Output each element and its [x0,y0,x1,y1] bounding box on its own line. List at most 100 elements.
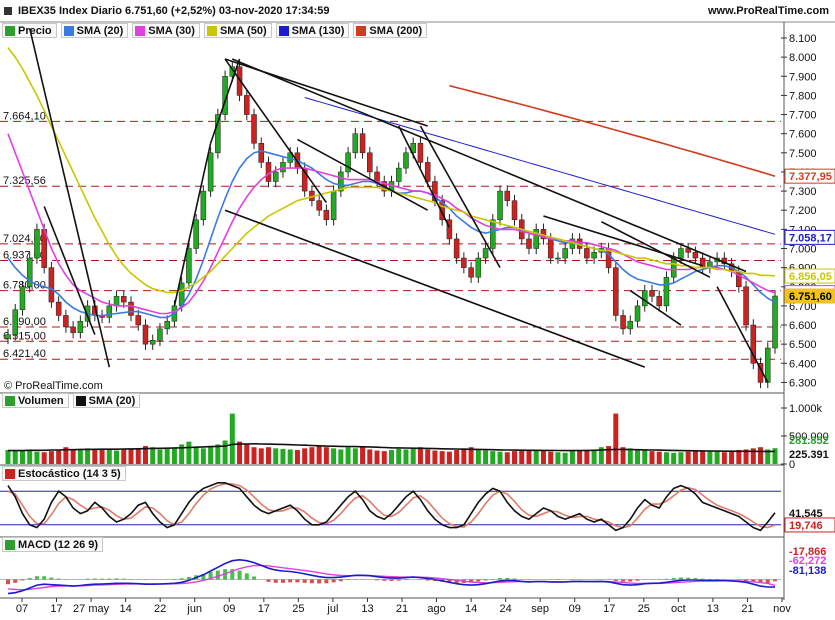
x-tick-label: jul [326,603,338,615]
candle-body [164,320,170,330]
volume-bar [338,449,344,464]
macd-legend: MACD (12 26 9) [2,537,104,552]
volume-bar [721,452,727,464]
candle-body [772,295,778,349]
macd-histogram-bar [309,579,314,584]
price-value-label: 7.377,95 [789,171,832,183]
volume-bar [700,450,706,464]
volume-bar [533,450,539,464]
volume-bar [360,447,366,464]
y-tick-label: 6.500 [789,339,817,351]
macd-histogram-bar [295,579,300,583]
macd-histogram-bar [6,579,10,585]
candle-body [490,219,496,249]
volume-bar [584,450,590,464]
macd-histogram-bar [288,579,293,583]
volume-bar [504,452,510,464]
level-label: 6.590,00 [3,316,46,328]
volume-bar [649,451,655,464]
volume-bar [410,448,416,464]
candle-body [258,142,265,163]
volume-bar [41,452,47,464]
y-tick-label: 7.500 [789,148,817,160]
macd-value: -81,138 [789,565,826,577]
candle-body [417,142,424,163]
candle-body [135,315,141,326]
candle-body [591,252,597,259]
watermark: © ProRealTime.com [4,380,103,392]
volume-bar [186,441,192,464]
x-tick-label: 17 [258,603,270,615]
x-tick-label: 21 [396,603,408,615]
candle-body [186,248,192,284]
candle-body [265,162,272,182]
volume-bar [56,450,62,464]
volume-bar [635,449,641,464]
chart-canvas: 8.1008.0007.9007.8007.7007.6007.5007.400… [0,21,835,615]
candle-body [330,190,337,221]
volume-bar [294,450,300,464]
candle-body [475,257,482,278]
volume-bar [736,450,742,464]
y-tick-label: 1.000k [789,403,823,415]
candle-body [367,152,373,173]
x-tick-label: 24 [500,603,512,615]
sma-200-line [449,84,776,177]
volume-bar [331,448,337,464]
candle-body [453,238,460,259]
candle-body [497,190,503,221]
macd-histogram-bar [237,570,242,580]
volume-bar [92,448,98,464]
candle-body [272,171,279,182]
legend-item[interactable]: Volumen [2,393,69,408]
candle-body [395,167,402,182]
volume-bar [258,448,264,464]
y-tick-label: 7.900 [789,71,817,83]
candle-body [280,162,286,173]
volume-bar [70,450,76,464]
candle-body [345,152,351,173]
volume-bar [157,449,163,464]
y-tick-label: 6.400 [789,358,817,370]
legend-label: Volumen [18,394,64,407]
volume-bar [569,451,575,464]
legend-item[interactable]: Estocástico (14 3 5) [2,466,126,481]
candle-body [424,162,431,182]
volume-bar [540,451,546,464]
volume-bar [396,448,402,464]
volume-sma-value-label: 225.391 [789,449,829,461]
x-tick-label: ago [427,603,445,615]
volume-legend: Volumen SMA (20) [2,393,141,408]
volume-value-label: 281.852 [789,435,829,447]
volume-bar [345,447,351,464]
legend-item[interactable]: MACD (12 26 9) [2,537,104,552]
sma-line [7,47,776,294]
candle-body [547,238,554,259]
volume-bar [309,447,315,464]
volume-bar [425,449,431,464]
macd-histogram-bar [13,579,18,583]
candle-body [352,133,359,154]
y-tick-label: 6.300 [789,377,817,389]
candle-body [468,267,474,278]
volume-bar [85,448,91,464]
volume-bar [432,450,438,464]
volume-bar [244,444,250,464]
volume-bar [613,413,619,464]
candle-body [678,248,684,259]
volume-bar [591,449,597,464]
x-tick-label: 13 [707,603,719,615]
candle-body [620,315,626,330]
volume-bar [692,451,698,464]
candle-body [142,324,149,345]
candle-body [157,328,163,341]
candle-body [5,334,11,339]
volume-bar [562,452,568,464]
candle-body [106,305,113,318]
legend-item[interactable]: SMA (20) [72,393,141,408]
volume-bar [114,450,120,464]
trend-line [716,286,769,383]
candle-body [656,296,662,307]
volume-bar [642,450,648,464]
volume-bar [106,450,112,464]
